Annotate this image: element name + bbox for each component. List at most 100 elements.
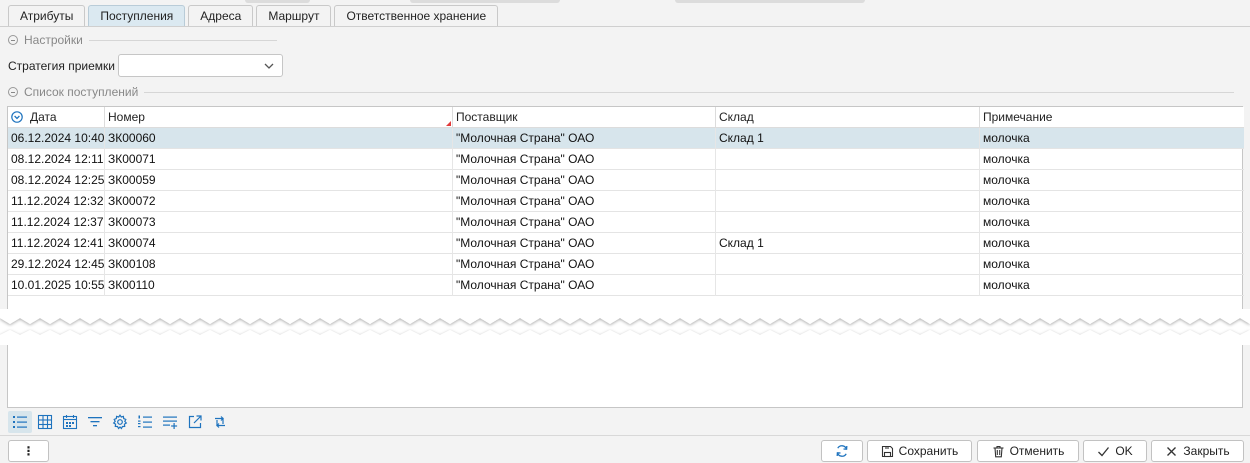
column-label: Склад [719, 110, 754, 124]
cell-note[interactable]: молочка [980, 191, 1244, 212]
cell-supplier[interactable]: "Молочная Страна" ОАО [453, 254, 716, 275]
settings-button[interactable] [108, 411, 132, 433]
table-row[interactable]: 06.12.2024 10:40 ЗК00060 "Молочная Страна"… [8, 128, 1244, 149]
cell-number[interactable]: ЗК00072 [105, 191, 453, 212]
strategy-label: Стратегия приемки [8, 59, 115, 73]
tab-custody-storage[interactable]: Ответственное хранение [334, 5, 499, 27]
cell-number[interactable]: ЗК00060 [105, 128, 453, 149]
cell-supplier[interactable]: "Молочная Страна" ОАО [453, 128, 716, 149]
cell-warehouse[interactable] [716, 275, 980, 296]
cell-warehouse[interactable] [716, 149, 980, 170]
column-label: Поставщик [456, 110, 518, 124]
table-header: Дата Номер Поставщик Склад Примечание [8, 107, 1244, 128]
column-header-note[interactable]: Примечание [980, 107, 1244, 128]
tab-bar: Атрибуты Поступления Адреса Маршрут Отве… [8, 5, 499, 27]
open-external-icon [188, 415, 202, 429]
required-marker-icon [446, 121, 451, 126]
cell-number[interactable]: ЗК00073 [105, 212, 453, 233]
cell-note[interactable]: молочка [980, 275, 1244, 296]
column-header-supplier[interactable]: Поставщик [453, 107, 716, 128]
table-row[interactable]: 08.12.2024 12:25 ЗК00059 "Молочная Страна"… [8, 170, 1244, 191]
numbered-list-button[interactable] [133, 411, 157, 433]
cancel-button[interactable]: Отменить [977, 440, 1079, 462]
settings-group-header[interactable]: Настройки [8, 32, 277, 48]
cell-date[interactable]: 06.12.2024 10:40 [8, 128, 105, 149]
refresh-button[interactable] [821, 440, 863, 462]
tab-receipts[interactable]: Поступления [88, 5, 186, 27]
open-external-button[interactable] [183, 411, 207, 433]
tab-underline [0, 26, 1250, 27]
cell-number[interactable]: ЗК00059 [105, 170, 453, 191]
settings-group-title: Настройки [24, 33, 83, 47]
sort-circle-icon[interactable] [11, 111, 23, 123]
cell-date[interactable]: 08.12.2024 12:11 [8, 149, 105, 170]
table-toolbar [8, 411, 232, 433]
table-row[interactable]: 08.12.2024 12:11 ЗК00071 "Молочная Страна"… [8, 149, 1244, 170]
cell-date[interactable]: 11.12.2024 12:32 [8, 191, 105, 212]
receipts-group-title: Список поступлений [24, 85, 139, 99]
more-menu-button[interactable]: ⋮ [8, 440, 49, 462]
cell-warehouse[interactable] [716, 170, 980, 191]
collapse-icon[interactable] [8, 35, 18, 45]
tab-addresses[interactable]: Адреса [188, 5, 254, 27]
swap-button[interactable] [208, 411, 232, 433]
calendar-view-button[interactable] [58, 411, 82, 433]
cell-number[interactable]: ЗК00110 [105, 275, 453, 296]
save-button[interactable]: Сохранить [867, 440, 972, 462]
receipts-group-header[interactable]: Список поступлений [8, 84, 1235, 100]
table-row[interactable]: 11.12.2024 12:41 ЗК00074 "Молочная Страна"… [8, 233, 1244, 254]
save-label: Сохранить [898, 444, 959, 458]
grid-view-button[interactable] [33, 411, 57, 433]
cell-warehouse[interactable] [716, 254, 980, 275]
add-row-button[interactable] [158, 411, 182, 433]
cell-supplier[interactable]: "Молочная Страна" ОАО [453, 212, 716, 233]
table-row[interactable]: 29.12.2024 12:45 ЗК00108 "Молочная Страна"… [8, 254, 1244, 275]
cell-supplier[interactable]: "Молочная Страна" ОАО [453, 275, 716, 296]
settings-gear-icon [112, 414, 128, 430]
receipts-table: Дата Номер Поставщик Склад Примечание 06… [7, 106, 1244, 408]
table-row[interactable]: 10.01.2025 10:55 ЗК00110 "Молочная Страна"… [8, 275, 1244, 296]
cell-warehouse[interactable] [716, 191, 980, 212]
numbered-list-icon [138, 415, 152, 428]
cell-supplier[interactable]: "Молочная Страна" ОАО [453, 191, 716, 212]
column-header-number[interactable]: Номер [105, 107, 453, 128]
cell-note[interactable]: молочка [980, 170, 1244, 191]
column-header-date[interactable]: Дата [8, 107, 105, 128]
cell-date[interactable]: 11.12.2024 12:41 [8, 233, 105, 254]
filter-button[interactable] [83, 411, 107, 433]
table-row[interactable]: 11.12.2024 12:37 ЗК00073 "Молочная Страна"… [8, 212, 1244, 233]
cell-note[interactable]: молочка [980, 233, 1244, 254]
cell-date[interactable]: 29.12.2024 12:45 [8, 254, 105, 275]
cell-warehouse[interactable]: Склад 1 [716, 233, 980, 254]
tab-attributes[interactable]: Атрибуты [8, 5, 86, 27]
ok-label: OK [1115, 444, 1133, 458]
cell-number[interactable]: ЗК00074 [105, 233, 453, 254]
column-header-warehouse[interactable]: Склад [716, 107, 980, 128]
calendar-view-icon [62, 415, 78, 430]
cell-note[interactable]: молочка [980, 149, 1244, 170]
cell-date[interactable]: 08.12.2024 12:25 [8, 170, 105, 191]
cell-note[interactable]: молочка [980, 128, 1244, 149]
ok-button[interactable]: OK [1083, 440, 1147, 462]
close-button[interactable]: Закрыть [1151, 440, 1244, 462]
cell-number[interactable]: ЗК00108 [105, 254, 453, 275]
collapse-icon[interactable] [8, 87, 18, 97]
add-row-icon [163, 416, 178, 429]
cell-supplier[interactable]: "Молочная Страна" ОАО [453, 149, 716, 170]
strategy-select[interactable] [118, 54, 283, 77]
column-label: Дата [30, 110, 57, 124]
cell-date[interactable]: 11.12.2024 12:37 [8, 212, 105, 233]
table-row[interactable]: 11.12.2024 12:32 ЗК00072 "Молочная Страна"… [8, 191, 1244, 212]
tab-route[interactable]: Маршрут [256, 5, 332, 27]
cell-date[interactable]: 10.01.2025 10:55 [8, 275, 105, 296]
list-view-button[interactable] [8, 411, 32, 433]
cell-supplier[interactable]: "Молочная Страна" ОАО [453, 233, 716, 254]
cell-warehouse[interactable] [716, 212, 980, 233]
cell-warehouse[interactable]: Склад 1 [716, 128, 980, 149]
cell-number[interactable]: ЗК00071 [105, 149, 453, 170]
group-divider [144, 91, 1235, 93]
cell-note[interactable]: молочка [980, 254, 1244, 275]
trash-icon [993, 445, 1004, 457]
cell-note[interactable]: молочка [980, 212, 1244, 233]
cell-supplier[interactable]: "Молочная Страна" ОАО [453, 170, 716, 191]
